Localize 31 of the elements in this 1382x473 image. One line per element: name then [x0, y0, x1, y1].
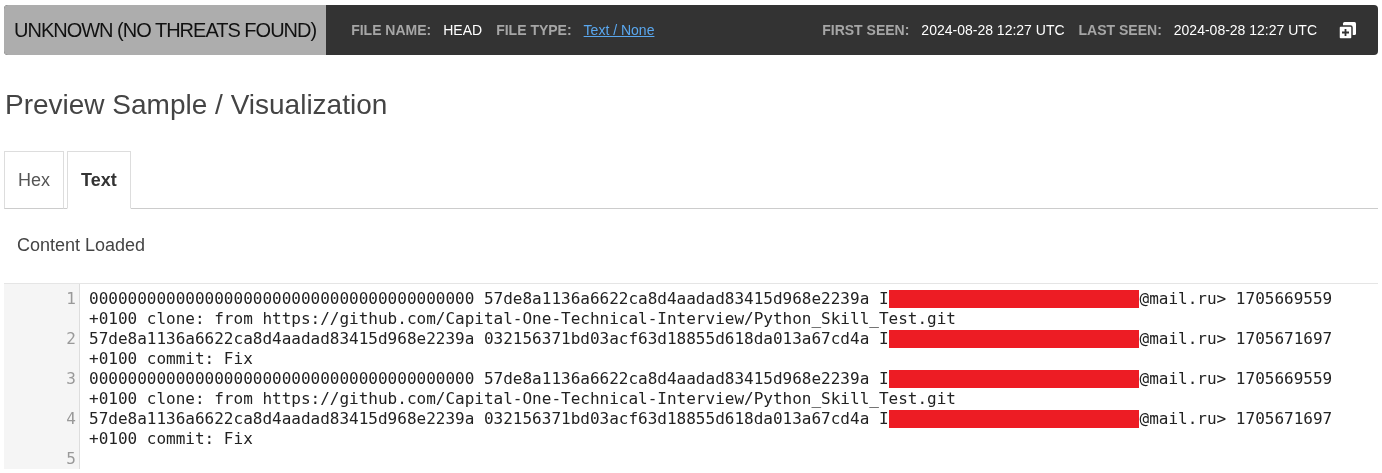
code-text: +0100 commit: Fix: [89, 349, 253, 368]
code-text: @mail.ru> 1705669559: [1139, 369, 1333, 389]
code-text: @mail.ru> 1705671697: [1139, 409, 1333, 429]
code-text: +0100 clone: from https://github.com/Capital-One-Technical-Interview/Python_Skill_Test.git: [89, 389, 956, 408]
add-to-stack-icon[interactable]: [1339, 21, 1356, 39]
last-seen-date: 2024-08-28 12:27 UTC: [1173, 22, 1317, 38]
field-label: FIRST SEEN:: [822, 22, 910, 38]
code-text: @mail.ru> 1705671697: [1139, 329, 1333, 349]
field-label: LAST SEEN:: [1078, 22, 1162, 38]
first-seen-date: 2024-08-28 12:27 UTC: [921, 22, 1065, 38]
code-text: 57de8a1136a6622ca8d4aadad83415d968e2239a 032156371bd03acf63d18855d618da013a67cd4a I: [89, 409, 889, 429]
code-text: +0100 commit: Fix: [89, 429, 253, 448]
tab[interactable]: Hex: [4, 151, 64, 209]
line-number: 1: [66, 289, 76, 308]
page-title: Preview Sample / Visualization: [5, 89, 389, 121]
tab[interactable]: Text: [67, 151, 131, 209]
line-number: 4: [66, 409, 76, 428]
verdict-banner: UNKNOWN (NO THREATS FOUND): [4, 5, 327, 55]
line-number: 5: [66, 449, 76, 468]
code-text: 0000000000000000000000000000000000000000 57de8a1136a6622ca8d4aadad83415d968e2239a I: [89, 289, 889, 309]
code-text: 0000000000000000000000000000000000000000 57de8a1136a6622ca8d4aadad83415d968e2239a I: [89, 369, 889, 389]
status-text: Content Loaded: [16, 234, 147, 257]
code-text: @mail.ru> 1705669559: [1139, 289, 1333, 309]
file-type-link[interactable]: Text / None: [583, 22, 655, 38]
file-name: HEAD: [443, 22, 483, 38]
line-number: 2: [66, 329, 76, 348]
code-text: +0100 clone: from https://github.com/Capital-One-Technical-Interview/Python_Skill_Test.git: [89, 309, 956, 328]
line-number: 3: [66, 369, 76, 388]
field-label: FILE NAME:: [351, 22, 432, 38]
code-text: 57de8a1136a6622ca8d4aadad83415d968e2239a 032156371bd03acf63d18855d618da013a67cd4a I: [89, 329, 889, 349]
field-label: FILE TYPE:: [496, 22, 572, 38]
